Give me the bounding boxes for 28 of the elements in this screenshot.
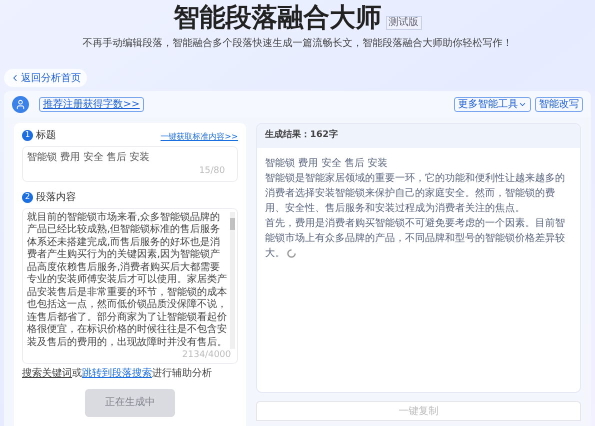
step-number: 1: [22, 130, 33, 140]
user-avatar-icon: [12, 96, 29, 112]
fetch-content-link[interactable]: 一键获取标准内容>>: [160, 131, 238, 143]
page-subtitle: 不再手动编辑段落，智能融合多个段落快速生成一篇流畅长文，智能段落融合大师助你轻松写作！: [82, 36, 512, 51]
result-paragraph: 首先，费用是消费者购买智能锁不可避免要考虑的一个因素。目前智能锁市场上有众多品牌的产品，不同品牌和型号的智能锁价格差异较大。: [265, 216, 566, 261]
title-input-field[interactable]: 智能锁 费用 安全 售后 安装 15/80: [22, 146, 238, 182]
paragraph-search-link[interactable]: 跳转到段落搜索: [82, 366, 152, 380]
scrollbar[interactable]: [230, 212, 235, 349]
result-paragraph: 智能锁 费用 安全 售后 安装: [265, 156, 389, 171]
page-title: 智能段落融合大师: [174, 2, 382, 34]
char-counter: 15/80: [199, 165, 225, 178]
content-text: 就目前的智能锁市场来看,众多智能锁品牌的产品已经比较成熟,但智能锁标准的售后服务体系还未搭建完成,而售后服务的好坏也是消费者产生购买行为的关键因素,因为智能锁产品高度依赖售后服务,消费者购买后大都需要专业的安装师傅安装后才可以使用。家居类产品安装售后是非常重要的环节，智能锁的成本也包括这一点，然而低价锁品质没保障不说，连售后都省了。部分商家为了让智能锁看起价格很便宜，在标识价格的时候往往是不包含安装及售后的费用的，出现故障时并没有售后。: [27, 212, 228, 349]
helper-text: 进行辅助分析: [152, 366, 212, 380]
version-badge: 测试版: [386, 16, 422, 30]
promo-link[interactable]: 推荐注册获得字数>>: [39, 96, 144, 112]
step-number: 2: [22, 192, 33, 202]
back-button[interactable]: 返回分析首页: [4, 69, 87, 87]
helper-text: 或: [72, 366, 82, 380]
result-paragraph: 智能锁是智能家居领域的重要一环，它的功能和便利性让越来越多的消费者选择安装智能锁来保护自己的家庭安全。然而，智能锁的费用、安全性、售后服务和安装过程成为消费者关注的焦点。: [265, 172, 566, 216]
title-value: 智能锁 费用 安全 售后 安装: [27, 150, 151, 165]
char-counter: 2134/4000: [182, 349, 231, 362]
more-tools-button[interactable]: 更多智能工具: [454, 96, 531, 112]
search-keyword-link[interactable]: 搜索关键词: [22, 366, 72, 380]
rewrite-button[interactable]: 智能改写: [535, 96, 583, 112]
content-label: 段落内容: [36, 190, 76, 204]
result-heading: 生成结果：162字: [265, 129, 338, 142]
title-label: 标题: [36, 128, 56, 142]
content-text-area[interactable]: [22, 208, 238, 364]
